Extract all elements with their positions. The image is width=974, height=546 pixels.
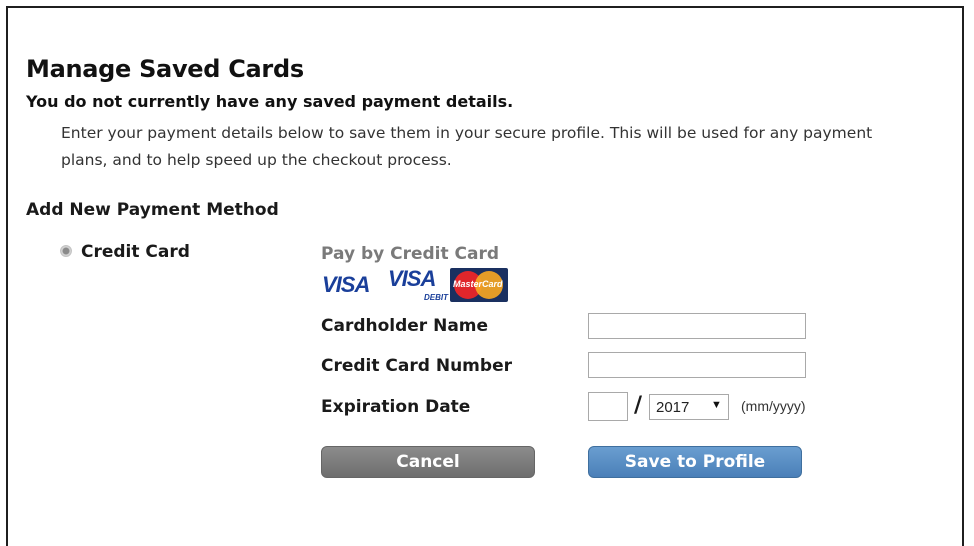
- date-separator: /: [634, 393, 643, 418]
- visa-logo: VISA: [322, 272, 370, 297]
- add-payment-method-heading: Add New Payment Method: [26, 200, 279, 220]
- save-to-profile-button[interactable]: Save to Profile: [588, 446, 802, 478]
- dropdown-arrow-icon[interactable]: ▼: [711, 399, 722, 411]
- date-format-hint: (mm/yyyy): [741, 398, 806, 414]
- credit-card-option-label[interactable]: Credit Card: [81, 242, 190, 262]
- mastercard-logo: MasterCard: [450, 268, 508, 302]
- cardholder-name-input[interactable]: [588, 313, 806, 339]
- radio-selected-icon[interactable]: [60, 245, 72, 257]
- visa-debit-logo: VISA DEBIT: [388, 266, 448, 306]
- cancel-button[interactable]: Cancel: [321, 446, 535, 478]
- page-title: Manage Saved Cards: [26, 55, 304, 83]
- expiration-year-select[interactable]: 2017 ▼: [649, 394, 729, 420]
- no-saved-cards-message: You do not currently have any saved paym…: [26, 92, 514, 111]
- description-text: Enter your payment details below to save…: [61, 124, 873, 169]
- card-number-input[interactable]: [588, 352, 806, 378]
- visa-debit-logo-subtext: DEBIT: [424, 293, 448, 302]
- card-number-label: Credit Card Number: [321, 356, 512, 376]
- expiration-month-input[interactable]: [588, 392, 628, 421]
- expiration-date-label: Expiration Date: [321, 397, 471, 417]
- pay-by-credit-card-title: Pay by Credit Card: [321, 244, 500, 264]
- mastercard-logo-text: MasterCard: [453, 279, 503, 289]
- visa-debit-logo-text: VISA: [388, 266, 436, 291]
- year-selected-value: 2017: [656, 399, 690, 416]
- cardholder-name-label: Cardholder Name: [321, 316, 489, 336]
